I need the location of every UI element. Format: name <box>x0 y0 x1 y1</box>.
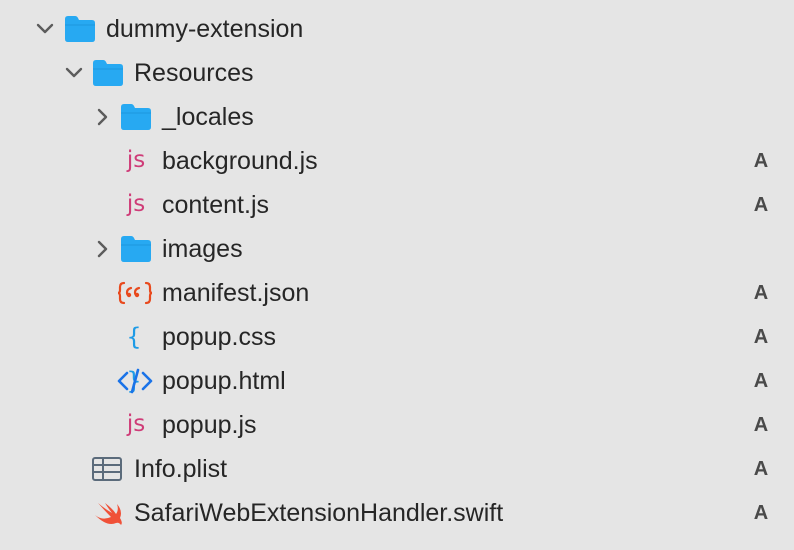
tree-item-label: popup.html <box>162 367 286 395</box>
javascript-file-icon: js <box>126 191 146 217</box>
javascript-file-icon: js <box>126 147 146 173</box>
folder-icon <box>64 15 100 43</box>
tree-item-label: popup.css <box>162 323 276 351</box>
tree-item-label: Resources <box>134 59 254 87</box>
tree-row-popup-html[interactable]: popup.html A <box>0 359 794 403</box>
source-control-status-badge: A <box>753 414 769 436</box>
tree-item-label: dummy-extension <box>106 15 304 43</box>
tree-item-label: manifest.json <box>162 279 310 307</box>
tree-item-label: images <box>162 235 243 263</box>
html-file-icon <box>116 367 153 395</box>
tree-row-content-js[interactable]: js content.js A <box>0 183 794 227</box>
folder-icon <box>92 59 128 87</box>
property-list-icon <box>91 456 127 484</box>
json-file-icon <box>117 279 153 307</box>
source-control-status-badge: A <box>753 370 769 392</box>
folder-icon <box>120 235 156 263</box>
tree-item-label: popup.js <box>162 411 257 439</box>
chevron-down-icon[interactable] <box>64 63 84 83</box>
source-control-status-badge: A <box>753 194 769 216</box>
tree-row-info-plist[interactable]: Info.plist A <box>0 447 794 491</box>
chevron-right-icon[interactable] <box>93 107 113 127</box>
tree-item-label: SafariWebExtensionHandler.swift <box>134 499 504 527</box>
chevron-down-icon[interactable] <box>35 19 55 39</box>
source-control-status-badge: A <box>753 502 769 524</box>
tree-item-label: Info.plist <box>134 455 228 483</box>
tree-row-safari-web-extension-handler-swift[interactable]: SafariWebExtensionHandler.swift A <box>0 491 794 535</box>
tree-row-background-js[interactable]: js background.js A <box>0 139 794 183</box>
source-control-status-badge: A <box>753 326 769 348</box>
tree-row-resources[interactable]: Resources <box>0 51 794 95</box>
folder-icon <box>120 103 156 131</box>
chevron-right-icon[interactable] <box>93 239 113 259</box>
tree-row-images[interactable]: images <box>0 227 794 271</box>
tree-row-locales[interactable]: _locales <box>0 95 794 139</box>
tree-item-label: _locales <box>162 103 254 131</box>
javascript-file-icon: js <box>126 411 146 437</box>
css-file-icon: { } <box>126 323 144 395</box>
tree-row-manifest-json[interactable]: manifest.json A <box>0 271 794 315</box>
tree-item-label: background.js <box>162 147 318 175</box>
source-control-status-badge: A <box>753 282 769 304</box>
tree-row-popup-css[interactable]: { } popup.css A <box>0 315 794 395</box>
source-control-status-badge: A <box>753 150 769 172</box>
project-navigator: dummy-extension Resources _locales js ba… <box>0 0 794 550</box>
tree-row-popup-js[interactable]: js popup.js A <box>0 403 794 447</box>
tree-item-label: content.js <box>162 191 270 219</box>
source-control-status-badge: A <box>753 458 769 480</box>
tree-row-dummy-extension[interactable]: dummy-extension <box>0 7 794 51</box>
swift-icon <box>92 499 128 527</box>
